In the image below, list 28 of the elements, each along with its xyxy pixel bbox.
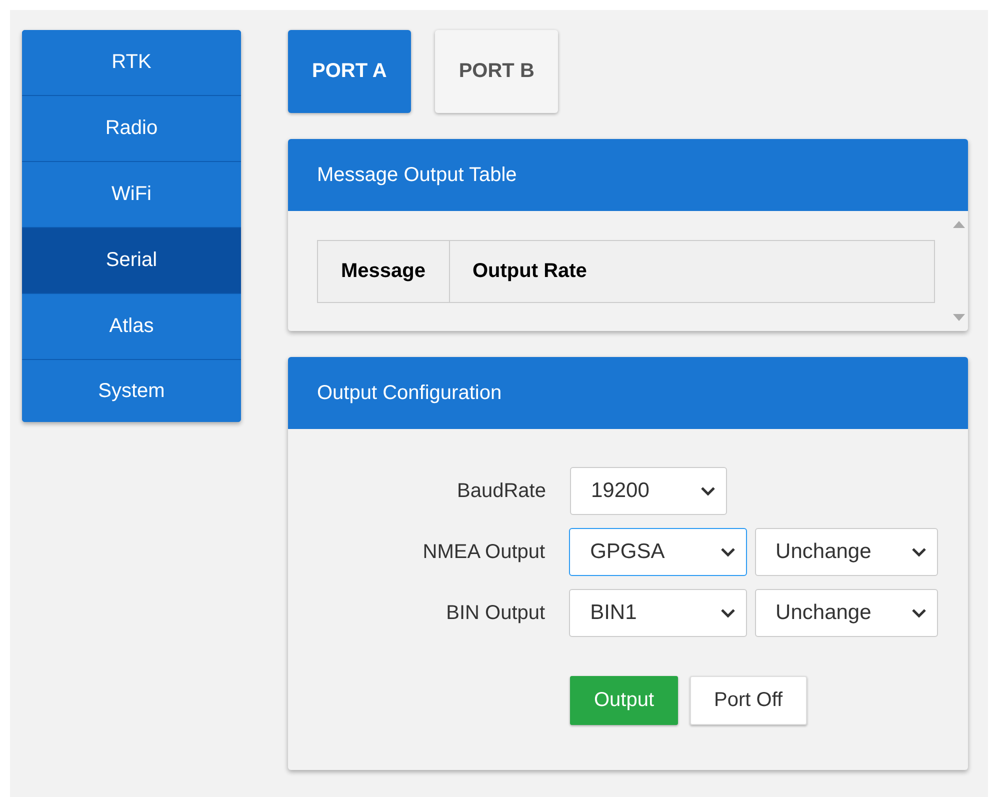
sidebar-item[interactable]: Serial (22, 228, 241, 294)
sidebar-item[interactable]: Radio (22, 96, 241, 162)
dropdown[interactable]: GPGSA (569, 528, 747, 576)
card-title: Output Configuration (288, 357, 968, 429)
chevron-down-icon (720, 608, 736, 618)
sidebar-item[interactable]: WiFi (22, 162, 241, 228)
field-label: BaudRate (456, 480, 546, 502)
field-label: BIN Output (445, 602, 546, 624)
dropdown[interactable]: BIN1 (569, 589, 747, 637)
field-label: NMEA Output (422, 540, 546, 564)
chevron-down-icon (911, 547, 927, 557)
chevron-down-icon (911, 608, 927, 618)
dropdown[interactable]: Unchange (754, 589, 938, 637)
sidebar-item[interactable]: System (22, 360, 241, 422)
chevron-down-icon (700, 486, 716, 496)
port-off-button[interactable]: Port Off (690, 676, 807, 725)
dropdown[interactable]: Unchange (754, 528, 938, 576)
scroll-up-icon[interactable] (953, 221, 965, 228)
dropdown[interactable]: 19200 (570, 467, 727, 515)
column-header: Output Rate (449, 240, 934, 302)
sidebar-item[interactable]: RTK (22, 30, 241, 96)
chevron-down-icon (720, 547, 736, 557)
card-title: Message Output Table (288, 139, 968, 211)
scroll-down-icon[interactable] (953, 314, 965, 321)
column-header: Message (318, 240, 449, 302)
port-tab[interactable]: PORT A (288, 30, 411, 113)
sidebar-item[interactable]: Atlas (22, 294, 241, 360)
port-tab[interactable]: PORT B (434, 30, 558, 113)
